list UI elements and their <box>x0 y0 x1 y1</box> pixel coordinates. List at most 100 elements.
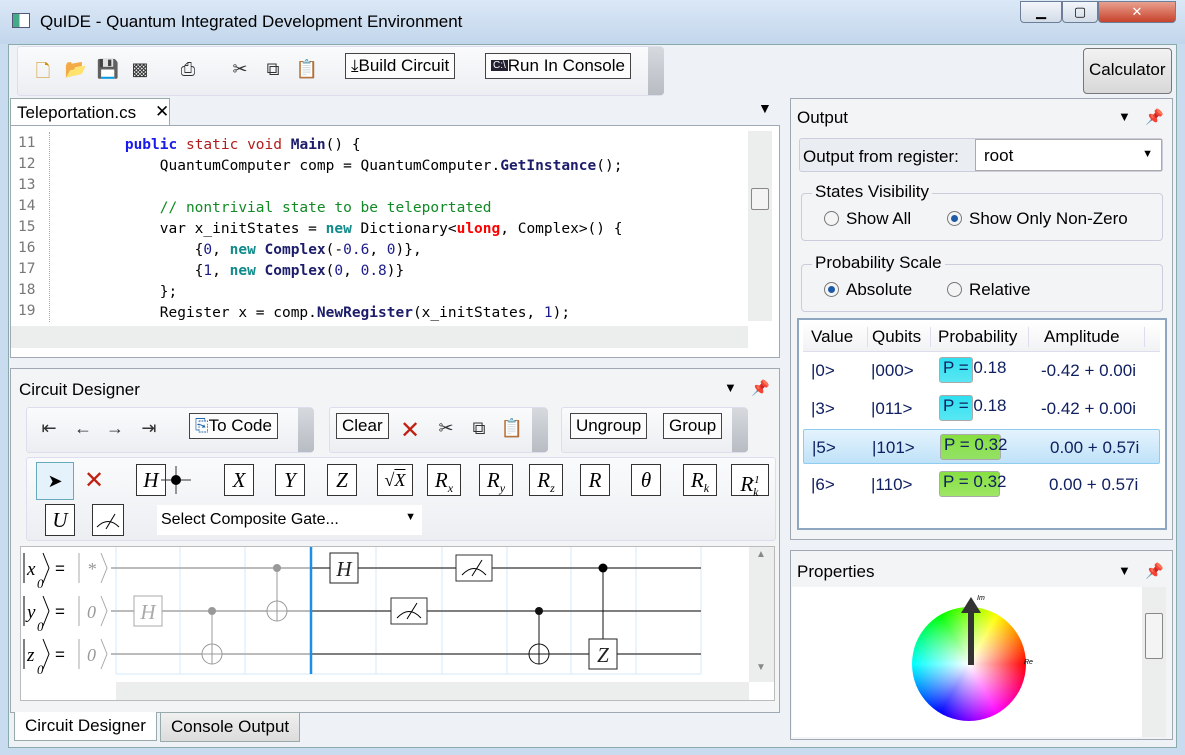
properties-title: Properties <box>797 562 875 581</box>
control-dot <box>598 563 608 573</box>
gate-2-button[interactable]: Y <box>275 464 305 496</box>
copy-icon[interactable]: ⧉ <box>467 418 491 439</box>
tab-list-icon[interactable]: ▼ <box>758 100 772 116</box>
gate-7-button[interactable]: Rz <box>529 464 563 496</box>
delete-icon[interactable]: ✕ <box>398 416 422 445</box>
to-code-button[interactable]: ⎘To Code <box>189 413 278 439</box>
delete-gate-icon[interactable]: ✕ <box>82 466 106 495</box>
code-token: , Complex>() { <box>500 221 623 237</box>
open-file-icon[interactable]: 📂 <box>64 59 88 80</box>
paste-icon[interactable]: 📋 <box>500 418 524 439</box>
toolbar-overflow[interactable] <box>532 408 548 452</box>
radio-show-all[interactable]: Show All <box>824 209 911 229</box>
circuit-canvas[interactable]: x 0 = * y 0 = 0 z 0 = 0 H H Z ▲ ▼ <box>20 546 775 701</box>
properties-vscrollbar[interactable] <box>1142 587 1166 737</box>
minimize-button[interactable]: ▁ <box>1020 1 1062 23</box>
gate-1-button[interactable]: X <box>224 464 254 496</box>
editor-vscrollbar[interactable] <box>748 131 772 321</box>
code-line[interactable]: {1, new Complex(0, 0.8)} <box>55 261 405 282</box>
build-icon: ⤓ <box>351 56 359 75</box>
next-step-icon[interactable]: → <box>103 418 127 439</box>
cut-icon[interactable]: ✂ <box>434 418 458 439</box>
previous-step-icon[interactable]: ← <box>71 418 95 439</box>
table-row[interactable]: |5> |101> P = 0.32 0.00 + 0.57i <box>803 429 1160 464</box>
copy-icon[interactable]: ⧉ <box>261 59 285 80</box>
cut-icon[interactable]: ✂ <box>228 59 252 80</box>
ungroup-button[interactable]: Ungroup <box>570 413 648 439</box>
line-number: 11 <box>18 135 36 151</box>
new-file-icon[interactable]: 🗋 <box>31 59 55 89</box>
circuit-drawing[interactable]: x0= *y0= 0z0= 0HHZ <box>21 547 746 682</box>
code-token: () { <box>325 137 361 153</box>
circuit-designer-title: Circuit Designer <box>19 380 140 399</box>
table-row[interactable]: |3> |011> P = 0.18 -0.42 + 0.00i <box>803 391 1160 426</box>
maximize-button[interactable]: ▢ <box>1062 1 1098 23</box>
run-in-console-button[interactable]: C:\ Run In Console <box>485 53 631 79</box>
code-lines[interactable]: 11 public static void Main() {12 Quantum… <box>11 135 746 325</box>
amplitude-cell: -0.42 + 0.00i <box>1041 399 1136 418</box>
code-line[interactable]: var x_initStates = new Dictionary<ulong,… <box>55 219 623 240</box>
close-tab-icon[interactable]: ✕ <box>155 102 169 122</box>
code-line[interactable]: QuantumComputer comp = QuantumComputer.G… <box>55 156 623 177</box>
clear-button[interactable]: Clear <box>336 413 389 439</box>
radio-absolute[interactable]: Absolute <box>824 280 912 300</box>
control-dot-icon[interactable] <box>161 464 191 496</box>
states-table: Value Qubits Probability Amplitude |0> |0… <box>797 318 1167 530</box>
toolbar-overflow[interactable] <box>648 47 664 95</box>
radio-relative[interactable]: Relative <box>947 280 1030 300</box>
circuit-vscrollbar[interactable]: ▲ ▼ <box>749 547 774 682</box>
toolbar-overflow[interactable] <box>298 408 314 452</box>
first-step-icon[interactable]: ⇤ <box>37 418 61 439</box>
code-line[interactable]: Register x = comp.NewRegister(x_initStat… <box>55 303 570 324</box>
equals-sign: = <box>55 645 65 664</box>
calculator-button[interactable]: Calculator <box>1083 48 1172 94</box>
line-number: 16 <box>18 240 36 256</box>
select-tool-icon[interactable]: ➤ <box>36 462 74 500</box>
editor-hscrollbar[interactable] <box>11 326 748 348</box>
gate-3-button[interactable]: Z <box>327 464 357 496</box>
panel-menu-icon[interactable]: ▼ <box>724 380 737 395</box>
tab-console-output[interactable]: Console Output <box>160 712 301 742</box>
panel-menu-icon[interactable]: ▼ <box>1118 563 1131 578</box>
table-row[interactable]: |6> |110> P = 0.32 0.00 + 0.57i <box>803 467 1160 502</box>
paste-icon[interactable]: 📋 <box>295 59 319 80</box>
gate-5-button[interactable]: Rx <box>427 464 461 496</box>
pin-icon[interactable]: 📌 <box>751 379 770 397</box>
code-line[interactable]: public static void Main() { <box>55 135 361 156</box>
qubits-cell: |011> <box>871 399 913 418</box>
gate-12-button[interactable]: U <box>45 504 75 536</box>
save-icon[interactable]: 💾 <box>96 59 120 80</box>
equals-sign: = <box>55 559 65 578</box>
circuit-hscrollbar[interactable] <box>116 682 749 700</box>
tab-circuit-designer[interactable]: Circuit Designer <box>14 712 157 741</box>
pin-icon[interactable]: 📌 <box>1145 108 1164 126</box>
composite-gate-select[interactable]: Select Composite Gate... ▼ <box>157 505 422 535</box>
build-circuit-button[interactable]: ⤓Build Circuit <box>345 53 456 79</box>
print-icon[interactable]: ⎙ <box>176 59 200 80</box>
code-line[interactable]: // nontrivial state to be teleportated <box>55 198 492 219</box>
tab-teleportation[interactable]: Teleportation.cs ✕ <box>10 98 170 126</box>
gate-10-button[interactable]: Rk <box>683 464 717 496</box>
close-button[interactable]: ✕ <box>1098 1 1176 23</box>
gate-4-button[interactable]: √X <box>377 464 413 496</box>
amplitude-cell: -0.42 + 0.00i <box>1041 361 1136 380</box>
group-button[interactable]: Group <box>663 413 723 439</box>
gate-8-button[interactable]: R <box>580 464 610 496</box>
gate-9-button[interactable]: θ <box>631 464 661 496</box>
radio-show-only-non-zero[interactable]: Show Only Non-Zero <box>947 209 1128 229</box>
code-editor[interactable]: 11 public static void Main() {12 Quantum… <box>10 125 780 358</box>
measure-gate-icon[interactable] <box>92 504 124 536</box>
gate-6-button[interactable]: Ry <box>479 464 513 496</box>
last-step-icon[interactable]: ⇥ <box>137 418 161 439</box>
save-all-icon[interactable]: ▩ <box>128 59 152 80</box>
panel-menu-icon[interactable]: ▼ <box>1118 109 1131 124</box>
gate-11-button[interactable]: Rk-1 <box>731 464 769 499</box>
toolbar-overflow[interactable] <box>732 408 748 452</box>
pin-icon[interactable]: 📌 <box>1145 562 1164 580</box>
register-select[interactable]: root ▼ <box>975 139 1162 171</box>
code-line[interactable]: }; <box>55 282 177 303</box>
code-token: (x_initStates, <box>412 305 544 321</box>
code-token: 0.8 <box>360 263 387 279</box>
code-line[interactable]: {0, new Complex(-0.6, 0)}, <box>55 240 422 261</box>
table-row[interactable]: |0> |000> P = 0.18 -0.42 + 0.00i <box>803 353 1160 388</box>
